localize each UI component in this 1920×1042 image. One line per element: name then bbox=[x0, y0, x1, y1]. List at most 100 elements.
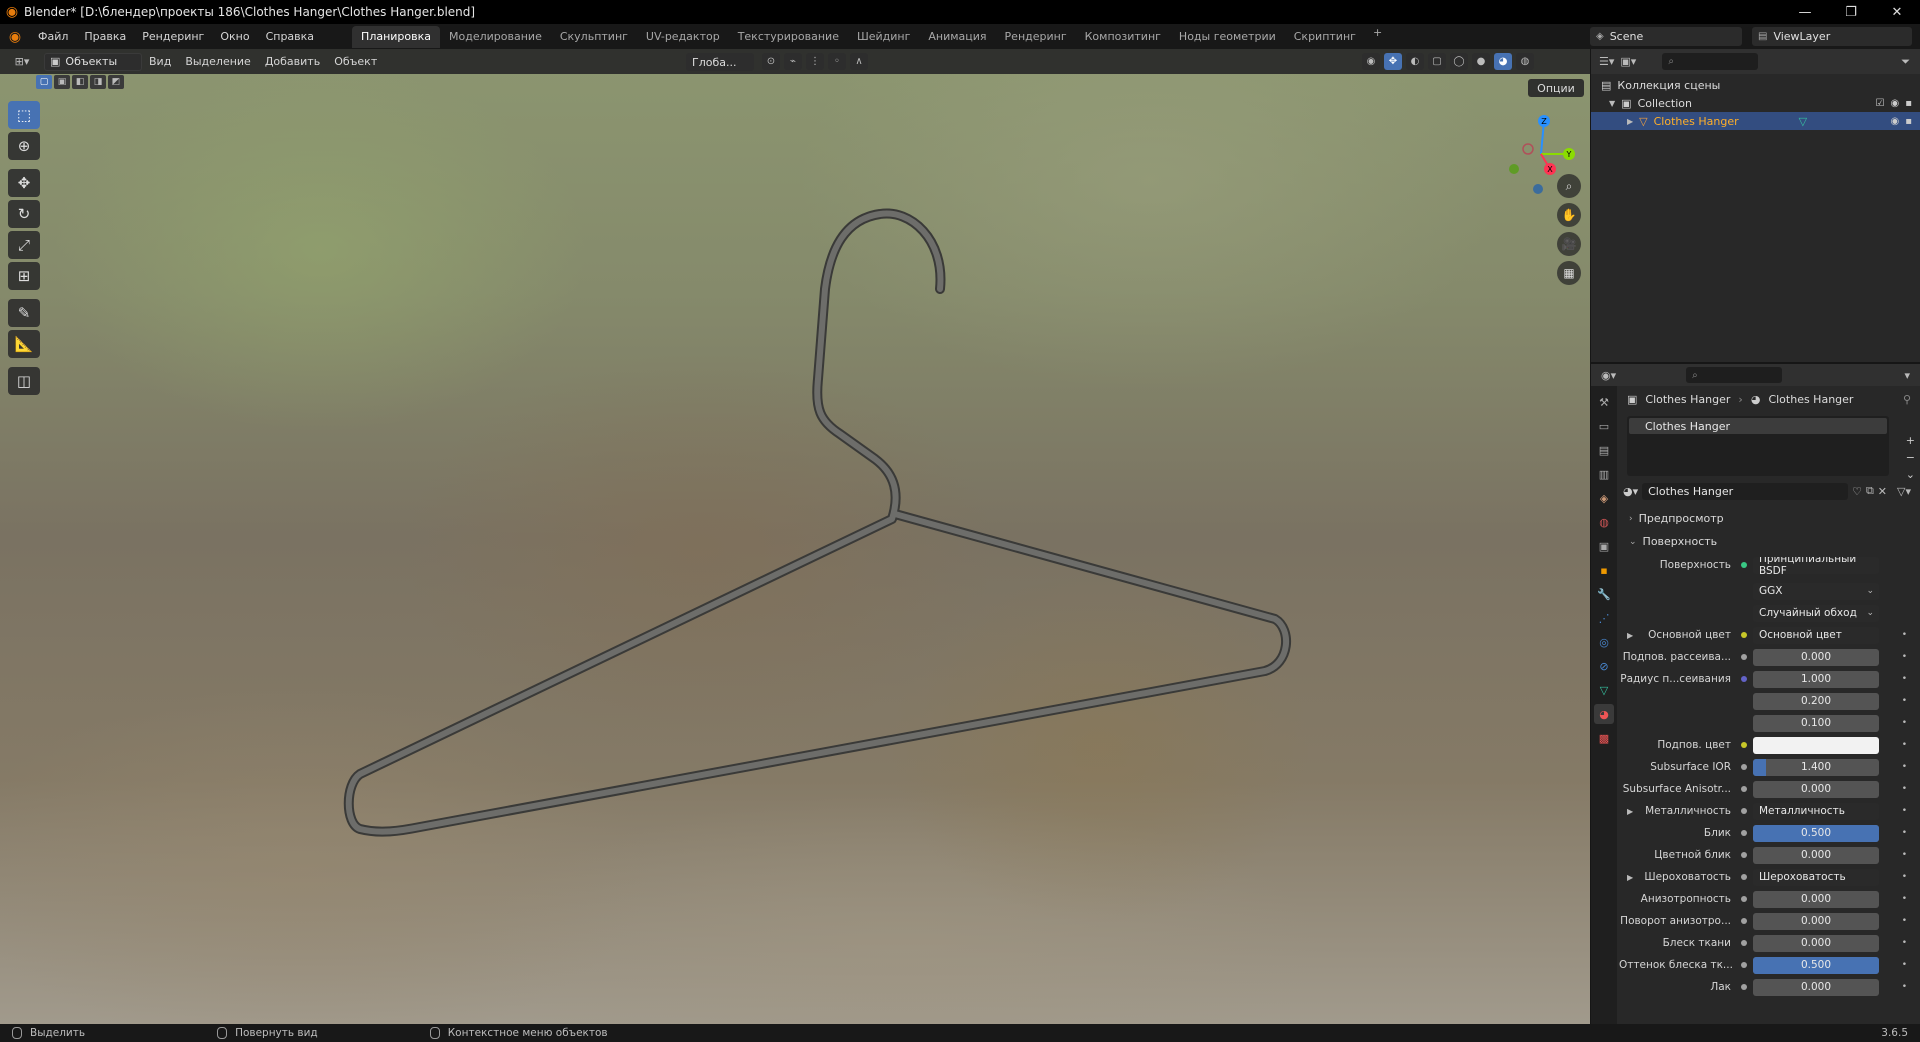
distribution-dropdown[interactable]: GGX ⌄ bbox=[1753, 582, 1879, 600]
outliner-row-scene-collection[interactable]: ▤ Коллекция сцены bbox=[1591, 76, 1920, 94]
options-dropdown[interactable]: Опции bbox=[1528, 79, 1584, 97]
view-layer-selector[interactable]: ▤ ViewLayer bbox=[1752, 27, 1912, 46]
menu-help[interactable]: Справка bbox=[258, 24, 322, 49]
data-tab-icon[interactable]: ▽ bbox=[1594, 680, 1614, 700]
view-layer-tab-icon[interactable]: ▥ bbox=[1594, 464, 1614, 484]
expand-socket-icon[interactable]: ▶ bbox=[1627, 631, 1633, 640]
add-workspace-button[interactable]: + bbox=[1365, 26, 1390, 48]
texture-tab-icon[interactable]: ▩ bbox=[1594, 728, 1614, 748]
tab-geometry-nodes[interactable]: Ноды геометрии bbox=[1170, 26, 1285, 48]
tool-tab-icon[interactable]: ⚒ bbox=[1594, 392, 1614, 412]
keyframe-dot-icon[interactable]: • bbox=[1902, 630, 1907, 640]
cursor-tool-icon[interactable]: ⊕ bbox=[8, 132, 40, 160]
number-field[interactable]: 0.000 bbox=[1753, 934, 1879, 952]
outliner-row-collection[interactable]: ▼ ▣ Collection ☑ ◉ ▪ bbox=[1591, 94, 1920, 112]
keyframe-dot-icon[interactable]: • bbox=[1902, 806, 1907, 816]
annotate-tool-icon[interactable]: ✎ bbox=[8, 299, 40, 327]
checkbox-icon[interactable]: ☑ bbox=[1876, 98, 1885, 109]
blender-logo-icon[interactable]: ◉ bbox=[0, 29, 30, 45]
socket-icon[interactable] bbox=[1741, 830, 1747, 836]
menu-edit[interactable]: Правка bbox=[76, 24, 134, 49]
number-field[interactable]: 0.500 bbox=[1753, 956, 1879, 974]
keyframe-dot-icon[interactable]: • bbox=[1902, 828, 1907, 838]
select-box-tool-icon[interactable]: ⬚ bbox=[8, 101, 40, 129]
gizmo-neg-z-axis[interactable] bbox=[1533, 184, 1543, 194]
surface-panel-header[interactable]: ⌄ Поверхность bbox=[1619, 531, 1919, 552]
outliner-editor-type-icon[interactable]: ☰▾ bbox=[1599, 55, 1614, 68]
properties-search-input[interactable]: ⌕ bbox=[1686, 367, 1783, 383]
viewport-menu-object[interactable]: Объект bbox=[327, 55, 384, 68]
viewport-menu-view[interactable]: Вид bbox=[142, 55, 178, 68]
number-field[interactable]: 1.000 bbox=[1753, 670, 1879, 688]
display-mode-icon[interactable]: ▣▾ bbox=[1620, 55, 1636, 68]
socket-icon[interactable] bbox=[1741, 764, 1747, 770]
output-tab-icon[interactable]: ▤ bbox=[1594, 440, 1614, 460]
socket-icon[interactable] bbox=[1741, 808, 1747, 814]
slot-menu-icon[interactable]: ⌄ bbox=[1906, 468, 1915, 481]
keyframe-dot-icon[interactable]: • bbox=[1902, 718, 1907, 728]
keyframe-dot-icon[interactable]: • bbox=[1902, 960, 1907, 970]
material-name-field[interactable]: Clothes Hanger bbox=[1642, 482, 1849, 500]
camera-icon[interactable]: ▪ bbox=[1905, 98, 1912, 109]
socket-icon[interactable] bbox=[1741, 874, 1747, 880]
scale-tool-icon[interactable]: ⤢ bbox=[8, 231, 40, 259]
overlay-toggle-icon[interactable]: ◐ bbox=[1406, 53, 1424, 70]
collection-tab-icon[interactable]: ▣ bbox=[1594, 536, 1614, 556]
node-filter-icon[interactable]: ▽▾ bbox=[1897, 485, 1911, 498]
add-cube-tool-icon[interactable]: ◫ bbox=[8, 367, 40, 395]
tab-modeling[interactable]: Моделирование bbox=[440, 26, 551, 48]
socket-icon[interactable] bbox=[1741, 742, 1747, 748]
select-extend-icon[interactable]: ▣ bbox=[54, 75, 70, 89]
tab-shading[interactable]: Шейдинг bbox=[848, 26, 919, 48]
number-field[interactable]: 0.000 bbox=[1753, 978, 1879, 996]
number-field[interactable]: 0.200 bbox=[1753, 692, 1879, 710]
scene-tab-icon[interactable]: ◈ bbox=[1594, 488, 1614, 508]
snap-target-icon[interactable]: ⋮ bbox=[806, 53, 824, 70]
add-slot-icon[interactable]: + bbox=[1906, 434, 1915, 447]
eye-icon[interactable]: ◉ bbox=[1890, 116, 1899, 127]
menu-file[interactable]: Файл bbox=[30, 24, 76, 49]
select-invert-icon[interactable]: ◨ bbox=[90, 75, 106, 89]
wireframe-shading-icon[interactable]: ◯ bbox=[1450, 53, 1468, 70]
keyframe-dot-icon[interactable]: • bbox=[1902, 740, 1907, 750]
remove-slot-icon[interactable]: − bbox=[1906, 451, 1915, 464]
world-tab-icon[interactable]: ◍ bbox=[1594, 512, 1614, 532]
transform-orientation-dropdown[interactable]: Глоба... bbox=[686, 53, 754, 71]
interaction-mode-dropdown[interactable]: ▣ Объекты bbox=[44, 52, 142, 71]
expand-socket-icon[interactable]: ▶ bbox=[1627, 807, 1633, 816]
object-tab-icon[interactable]: ▪ bbox=[1594, 560, 1614, 580]
socket-icon[interactable] bbox=[1741, 654, 1747, 660]
outliner-search-input[interactable]: ⌕ bbox=[1662, 53, 1759, 70]
rendered-shading-icon[interactable]: ◍ bbox=[1516, 53, 1534, 70]
keyframe-dot-icon[interactable]: • bbox=[1902, 850, 1907, 860]
move-tool-icon[interactable]: ✥ bbox=[8, 169, 40, 197]
3d-viewport[interactable]: ⊞▾ ▣ Объекты Вид Выделение Добавить Объе… bbox=[0, 49, 1590, 1024]
linked-input-field[interactable]: Шероховатость bbox=[1753, 868, 1879, 886]
socket-icon[interactable] bbox=[1741, 940, 1747, 946]
maximize-button[interactable]: ❐ bbox=[1828, 0, 1874, 24]
duplicate-material-icon[interactable]: ⧉ bbox=[1866, 484, 1874, 498]
socket-icon[interactable] bbox=[1741, 918, 1747, 924]
scene-selector[interactable]: ◈ Scene bbox=[1590, 27, 1742, 46]
gizmo-neg-x-axis[interactable] bbox=[1522, 143, 1534, 155]
socket-icon[interactable] bbox=[1741, 896, 1747, 902]
solid-shading-icon[interactable]: ● bbox=[1472, 53, 1490, 70]
render-tab-icon[interactable]: ▭ bbox=[1594, 416, 1614, 436]
particles-tab-icon[interactable]: ⋰ bbox=[1594, 608, 1614, 628]
keyframe-dot-icon[interactable]: • bbox=[1902, 982, 1907, 992]
viewport-menu-select[interactable]: Выделение bbox=[178, 55, 258, 68]
camera-icon[interactable]: ▪ bbox=[1905, 116, 1912, 127]
physics-tab-icon[interactable]: ◎ bbox=[1594, 632, 1614, 652]
properties-editor-type-icon[interactable]: ◉▾ bbox=[1601, 369, 1616, 382]
select-new-icon[interactable]: ▢ bbox=[36, 75, 52, 89]
keyframe-dot-icon[interactable]: • bbox=[1902, 872, 1907, 882]
fake-user-icon[interactable]: ♡ bbox=[1852, 485, 1862, 498]
rotate-tool-icon[interactable]: ↻ bbox=[8, 200, 40, 228]
transform-tool-icon[interactable]: ⊞ bbox=[8, 262, 40, 290]
number-field[interactable]: 0.000 bbox=[1753, 648, 1879, 666]
select-intersect-icon[interactable]: ◩ bbox=[108, 75, 124, 89]
surface-shader-field[interactable]: Принципиальный BSDF bbox=[1753, 556, 1879, 574]
visibility-icon[interactable]: ◉ bbox=[1362, 53, 1380, 70]
xray-toggle-icon[interactable]: ▢ bbox=[1428, 53, 1446, 70]
viewport-menu-add[interactable]: Добавить bbox=[258, 55, 327, 68]
